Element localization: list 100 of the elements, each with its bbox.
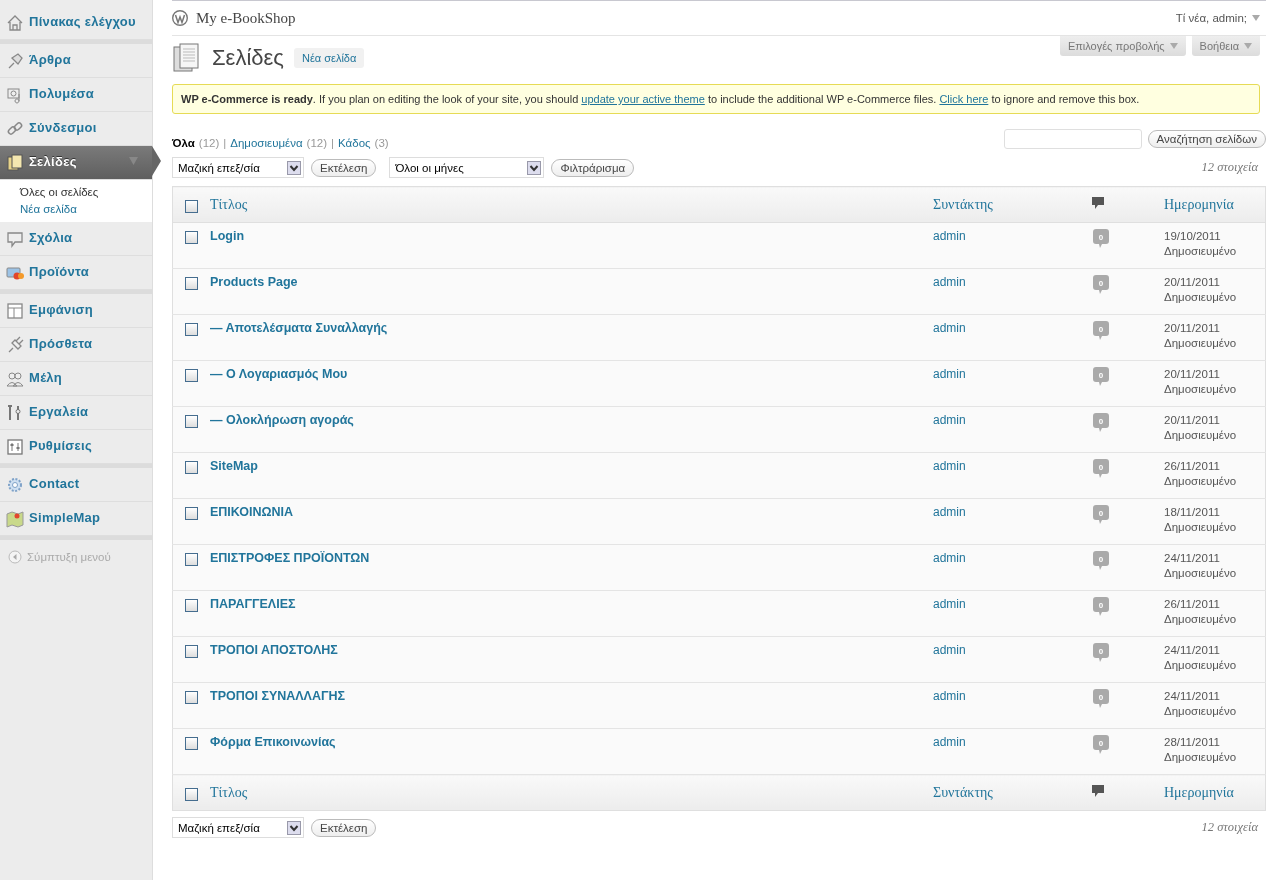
sidebar-item[interactable]: Πολυμέσα	[0, 78, 152, 112]
count-text: (12)	[306, 137, 328, 149]
checkbox[interactable]	[184, 645, 198, 659]
page-title-link[interactable]: Φόρμα Επικοινωνίας	[210, 735, 336, 749]
column-header[interactable]: Τίτλος	[210, 196, 248, 212]
submenu-item[interactable]: Όλες οι σελίδες	[0, 184, 152, 201]
author-link[interactable]: admin	[933, 229, 966, 243]
sliders-icon	[6, 438, 24, 456]
page-title-link[interactable]: ΤΡΟΠΟΙ ΣΥΝΑΛΛΑΓΗΣ	[210, 689, 346, 703]
notice-link[interactable]: Click here	[939, 93, 989, 105]
author-link[interactable]: admin	[933, 367, 966, 381]
add-new-button[interactable]: Νέα σελίδα	[293, 48, 365, 68]
status-text: Δημοσιευμένο	[1164, 658, 1238, 673]
status-text: Δημοσιευμένο	[1164, 336, 1238, 351]
checkbox[interactable]	[184, 461, 198, 475]
pages-icon	[6, 154, 24, 172]
author-link[interactable]: admin	[933, 643, 966, 657]
view-filter-link[interactable]: Όλα	[172, 137, 195, 149]
sidebar-item[interactable]: Πίνακας ελέγχου	[0, 6, 152, 40]
page-title-link[interactable]: — Ολοκλήρωση αγοράς	[210, 413, 354, 427]
user-menu[interactable]: Τί νέα, admin;	[1175, 12, 1266, 24]
filter-button[interactable]: Φιλτράρισμα	[551, 158, 635, 177]
status-text: Δημοσιευμένο	[1164, 474, 1238, 489]
checkbox[interactable]	[184, 553, 198, 567]
caret-icon	[1252, 15, 1260, 21]
page-heading: Σελίδες	[212, 45, 284, 71]
author-link[interactable]: admin	[933, 505, 966, 519]
checkbox[interactable]	[184, 323, 198, 337]
checkbox[interactable]	[184, 787, 198, 801]
page-title-link[interactable]: SiteMap	[210, 459, 258, 473]
date-text: 20/11/2011	[1164, 367, 1221, 382]
date-text: 20/11/2011	[1164, 321, 1221, 336]
page-title-link[interactable]: Login	[210, 229, 244, 243]
column-header[interactable]: Συντάκτης	[933, 784, 993, 800]
author-link[interactable]: admin	[933, 413, 966, 427]
page-title-link[interactable]: ΕΠΙΚΟΙΝΩΝΙΑ	[210, 505, 294, 519]
checkbox[interactable]	[184, 691, 198, 705]
column-header[interactable]: Συντάκτης	[933, 196, 993, 212]
author-link[interactable]: admin	[933, 689, 966, 703]
page-title-link[interactable]: — Ο Λογαριασμός Μου	[210, 367, 348, 381]
bulk-action-select[interactable]: Μαζική επεξ/σία	[172, 157, 304, 178]
notice-link[interactable]: update your active theme	[581, 93, 705, 105]
author-link[interactable]: admin	[933, 597, 966, 611]
author-link[interactable]: admin	[933, 275, 966, 289]
page-title-link[interactable]: Products Page	[210, 275, 298, 289]
apply-button[interactable]: Εκτέλεση	[311, 818, 377, 837]
bulk-action-select[interactable]: Μαζική επεξ/σία	[172, 817, 304, 838]
layout-icon	[6, 302, 24, 320]
page-title-link[interactable]: ΤΡΟΠΟΙ ΑΠΟΣΤΟΛΗΣ	[210, 643, 338, 657]
status-text: Δημοσιευμένο	[1164, 428, 1238, 443]
search-button[interactable]: Αναζήτηση σελίδων	[1147, 130, 1266, 148]
sidebar-item[interactable]: Πρόσθετα	[0, 328, 152, 362]
pin-icon	[6, 52, 24, 70]
status-text: Δημοσιευμένο	[1164, 244, 1238, 259]
comment-count-badge: 0	[1092, 459, 1110, 479]
checkbox[interactable]	[184, 737, 198, 751]
sidebar-item[interactable]: Προϊόντα	[0, 256, 152, 290]
checkbox[interactable]	[184, 415, 198, 429]
checkbox[interactable]	[184, 599, 198, 613]
status-text: Δημοσιευμένο	[1164, 520, 1238, 535]
page-title-link[interactable]: ΕΠΙΣΤΡΟΦΕΣ ΠΡΟΪΟΝΤΩΝ	[210, 551, 370, 565]
screen-tab[interactable]: Βοήθεια	[1191, 36, 1260, 56]
status-text: Δημοσιευμένο	[1164, 566, 1238, 581]
screen-tab[interactable]: Επιλογές προβολής	[1059, 36, 1186, 56]
search-field[interactable]	[1003, 129, 1142, 149]
submenu-item[interactable]: Νέα σελίδα	[0, 201, 152, 218]
sidebar-item[interactable]: SimpleMap	[0, 502, 152, 536]
sidebar-item[interactable]: Εργαλεία	[0, 396, 152, 430]
view-filter-link[interactable]: Δημοσιευμένα	[230, 137, 303, 149]
checkbox[interactable]	[184, 231, 198, 245]
apply-button[interactable]: Εκτέλεση	[311, 158, 377, 177]
view-filter-link[interactable]: Κάδος	[338, 137, 371, 149]
map-icon	[6, 510, 24, 528]
count-text: (12)	[198, 137, 220, 149]
page-title-link[interactable]: ΠΑΡΑΓΓΕΛΙΕΣ	[210, 597, 296, 611]
sidebar-item[interactable]: Ρυθμίσεις	[0, 430, 152, 464]
site-title[interactable]: My e-BookShop	[196, 9, 296, 27]
checkbox[interactable]	[184, 199, 198, 213]
author-link[interactable]: admin	[933, 321, 966, 335]
sidebar-item[interactable]: Μέλη	[0, 362, 152, 396]
sidebar-item[interactable]: Εμφάνιση	[0, 294, 152, 328]
author-link[interactable]: admin	[933, 551, 966, 565]
author-link[interactable]: admin	[933, 459, 966, 473]
comment-count-badge: 0	[1092, 643, 1110, 663]
author-link[interactable]: admin	[933, 735, 966, 749]
checkbox[interactable]	[184, 507, 198, 521]
column-header[interactable]: Τίτλος	[210, 784, 248, 800]
sidebar-item[interactable]: Contact	[0, 468, 152, 502]
comment-count-badge: 0	[1092, 597, 1110, 617]
date-text: 20/11/2011	[1164, 275, 1221, 290]
month-select[interactable]: Όλοι οι μήνες	[389, 157, 545, 178]
sidebar-item[interactable]: Σχόλια	[0, 222, 152, 256]
checkbox[interactable]	[184, 369, 198, 383]
status-text: Δημοσιευμένο	[1164, 290, 1238, 305]
page-title-link[interactable]: — Αποτελέσματα Συναλλαγής	[210, 321, 388, 335]
checkbox[interactable]	[184, 277, 198, 291]
separator-text: |	[223, 137, 227, 149]
sidebar-item[interactable]: Άρθρα	[0, 44, 152, 78]
house-icon	[6, 14, 24, 32]
tools-icon	[6, 404, 24, 422]
